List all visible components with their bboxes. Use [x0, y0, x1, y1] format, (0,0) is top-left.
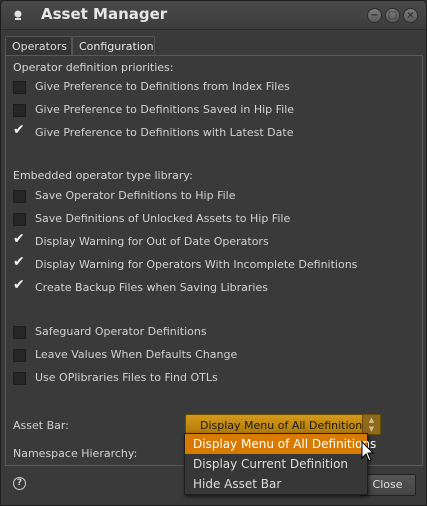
asset-bar-dropdown: Display Menu of All Definitions Display …	[184, 433, 376, 495]
checkbox[interactable]	[13, 372, 26, 385]
checkmark-icon[interactable]: ✔	[13, 232, 28, 247]
checkbox[interactable]	[13, 326, 26, 339]
mouse-cursor-icon	[361, 441, 375, 462]
maximize-icon[interactable]: □	[385, 8, 400, 23]
tab-operators[interactable]: Operators	[5, 36, 72, 56]
option-label: Give Preference to Definitions with Late…	[35, 126, 294, 139]
help-icon[interactable]: ?	[13, 477, 26, 490]
app-icon	[14, 10, 22, 20]
option-label: Use OPlibraries Files to Find OTLs	[35, 371, 218, 384]
tab-configuration[interactable]: Configuration	[72, 36, 155, 56]
option-label: Save Operator Definitions to Hip File	[35, 189, 236, 202]
checkbox[interactable]	[13, 349, 26, 362]
asset-bar-select[interactable]: Display Menu of All Definitions ▲ ▼	[185, 414, 381, 435]
option-label: Display Warning for Operators With Incom…	[35, 258, 358, 271]
window-title: Asset Manager	[41, 5, 168, 23]
title-bar[interactable]: Asset Manager − □ ×	[1, 1, 426, 30]
asset-manager-window: Asset Manager − □ × Operators Configurat…	[0, 0, 427, 506]
dropdown-option-all-definitions[interactable]: Display Menu of All Definitions	[185, 434, 376, 454]
checkmark-icon[interactable]: ✔	[13, 123, 28, 138]
minimize-icon[interactable]: −	[367, 8, 382, 23]
updown-arrows-icon: ▲ ▼	[362, 415, 380, 434]
library-section-label: Embedded operator type library:	[13, 169, 193, 182]
asset-bar-value: Display Menu of All Definitions	[200, 419, 368, 432]
checkbox[interactable]	[13, 81, 26, 94]
namespace-hierarchy-label: Namespace Hierarchy:	[13, 447, 138, 460]
checkbox[interactable]	[13, 213, 26, 226]
option-label: Leave Values When Defaults Change	[35, 348, 238, 361]
dropdown-option-current-definition[interactable]: Display Current Definition	[185, 454, 367, 474]
priorities-section-label: Operator definition priorities:	[13, 61, 174, 74]
checkbox[interactable]	[13, 104, 26, 117]
option-label: Give Preference to Definitions from Inde…	[35, 80, 290, 93]
close-window-icon[interactable]: ×	[403, 8, 418, 23]
checkmark-icon[interactable]: ✔	[13, 255, 28, 270]
option-label: Safeguard Operator Definitions	[35, 325, 207, 338]
asset-bar-label: Asset Bar:	[13, 419, 69, 432]
option-label: Give Preference to Definitions Saved in …	[35, 103, 295, 116]
option-label: Create Backup Files when Saving Librarie…	[35, 281, 268, 294]
dropdown-option-hide-asset-bar[interactable]: Hide Asset Bar	[185, 474, 367, 494]
option-label: Save Definitions of Unlocked Assets to H…	[35, 212, 291, 225]
option-label: Display Warning for Out of Date Operator…	[35, 235, 269, 248]
checkmark-icon[interactable]: ✔	[13, 278, 28, 293]
checkbox[interactable]	[13, 190, 26, 203]
